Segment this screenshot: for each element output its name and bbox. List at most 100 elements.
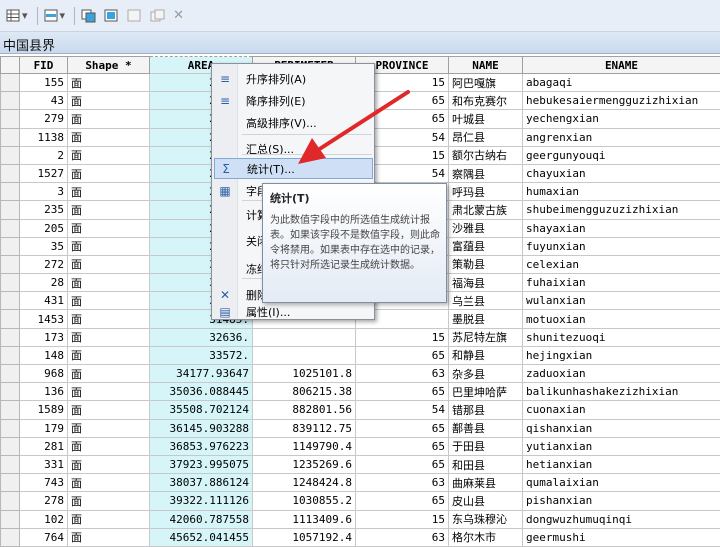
row-selector[interactable] — [1, 365, 20, 383]
table-row[interactable]: 1589面35508.702124882801.5654错那县cuonaxian — [1, 401, 720, 419]
table-cell[interactable]: 面 — [68, 474, 150, 492]
table-cell[interactable]: geergunyouqi — [523, 146, 720, 164]
table-cell[interactable]: 102 — [20, 510, 68, 528]
table-cell[interactable]: 面 — [68, 74, 150, 92]
row-selector[interactable] — [1, 401, 20, 419]
table-cell[interactable]: 面 — [68, 346, 150, 364]
table-cell[interactable]: 3 — [20, 183, 68, 201]
table-row[interactable]: 136面35036.088445806215.3865巴里坤哈萨balikunh… — [1, 383, 720, 401]
table-cell[interactable]: 鄯善县 — [449, 419, 523, 437]
table-cell[interactable]: 33572. — [150, 346, 253, 364]
row-selector[interactable] — [1, 510, 20, 528]
table-cell[interactable]: geermushi — [523, 528, 720, 546]
table-cell[interactable]: 1235269.6 — [253, 455, 356, 473]
table-cell[interactable]: shubeimengguzuzizhixian — [523, 201, 720, 219]
table-cell[interactable]: 于田县 — [449, 437, 523, 455]
table-cell[interactable]: 331 — [20, 455, 68, 473]
table-row[interactable]: 102面42060.7875581113409.615东乌珠穆沁dongwuzh… — [1, 510, 720, 528]
table-cell[interactable]: humaxian — [523, 183, 720, 201]
row-selector[interactable] — [1, 201, 20, 219]
table-row[interactable]: 148面33572.65和静县hejingxian — [1, 346, 720, 364]
menu-item[interactable]: ≡降序排列(E) — [214, 90, 373, 111]
table-cell[interactable]: hejingxian — [523, 346, 720, 364]
table-row[interactable]: 331面37923.9950751235269.665和田县hetianxian — [1, 455, 720, 473]
table-cell[interactable]: motuoxian — [523, 310, 720, 328]
table-cell[interactable]: 察隅县 — [449, 164, 523, 182]
table-cell[interactable]: 39322.111126 — [150, 492, 253, 510]
table-cell[interactable]: 28 — [20, 274, 68, 292]
table-cell[interactable]: 148 — [20, 346, 68, 364]
table-cell[interactable]: 65 — [356, 437, 449, 455]
row-selector[interactable] — [1, 292, 20, 310]
table-row[interactable]: 281面36853.9762231149790.465于田县yutianxian — [1, 437, 720, 455]
table-cell[interactable]: qumalaixian — [523, 474, 720, 492]
table-cell[interactable]: 面 — [68, 328, 150, 346]
row-selector[interactable] — [1, 474, 20, 492]
delete-selected-button[interactable] — [148, 5, 168, 27]
table-cell[interactable]: 43 — [20, 92, 68, 110]
table-cell[interactable]: 806215.38 — [253, 383, 356, 401]
zoom-to-selected-button[interactable] — [125, 5, 145, 27]
table-cell[interactable]: 1113409.6 — [253, 510, 356, 528]
row-selector[interactable] — [1, 528, 20, 546]
table-cell[interactable]: 策勒县 — [449, 255, 523, 273]
row-selector[interactable] — [1, 383, 20, 401]
row-selector[interactable] — [1, 237, 20, 255]
table-cell[interactable]: 179 — [20, 419, 68, 437]
column-header[interactable]: NAME — [449, 57, 523, 74]
table-options-button[interactable]: ▾ — [4, 5, 30, 27]
row-selector[interactable] — [1, 110, 20, 128]
table-cell[interactable]: 38037.886124 — [150, 474, 253, 492]
table-cell[interactable]: 278 — [20, 492, 68, 510]
table-cell[interactable]: 272 — [20, 255, 68, 273]
select-by-attributes-button[interactable]: ▾ — [42, 5, 68, 27]
table-cell[interactable]: 36145.903288 — [150, 419, 253, 437]
table-cell[interactable]: 面 — [68, 492, 150, 510]
table-cell[interactable]: 面 — [68, 146, 150, 164]
table-cell[interactable]: 沙雅县 — [449, 219, 523, 237]
table-cell[interactable]: 额尔古纳右 — [449, 146, 523, 164]
table-cell[interactable]: 279 — [20, 110, 68, 128]
table-row[interactable]: 173面32636.15苏尼特左旗shunitezuoqi — [1, 328, 720, 346]
column-header[interactable]: FID — [20, 57, 68, 74]
table-cell[interactable] — [253, 346, 356, 364]
table-cell[interactable]: 面 — [68, 401, 150, 419]
table-cell[interactable]: 和静县 — [449, 346, 523, 364]
table-cell[interactable]: 面 — [68, 510, 150, 528]
row-selector[interactable] — [1, 128, 20, 146]
table-cell[interactable]: 面 — [68, 128, 150, 146]
table-cell[interactable]: pishanxian — [523, 492, 720, 510]
row-selector[interactable] — [1, 492, 20, 510]
table-cell[interactable]: 1149790.4 — [253, 437, 356, 455]
row-selector[interactable] — [1, 419, 20, 437]
table-cell[interactable]: 42060.787558 — [150, 510, 253, 528]
menu-item[interactable]: ≡升序排列(A) — [214, 68, 373, 89]
table-cell[interactable]: 面 — [68, 437, 150, 455]
table-cell[interactable]: 皮山县 — [449, 492, 523, 510]
table-cell[interactable]: 205 — [20, 219, 68, 237]
table-cell[interactable]: 1030855.2 — [253, 492, 356, 510]
table-cell[interactable]: 36853.976223 — [150, 437, 253, 455]
table-cell[interactable]: qishanxian — [523, 419, 720, 437]
table-cell[interactable]: 839112.75 — [253, 419, 356, 437]
row-selector[interactable] — [1, 183, 20, 201]
row-selector[interactable] — [1, 255, 20, 273]
table-cell[interactable]: 65 — [356, 383, 449, 401]
table-cell[interactable]: 35036.088445 — [150, 383, 253, 401]
table-cell[interactable]: 54 — [356, 401, 449, 419]
table-cell[interactable]: 34177.93647 — [150, 365, 253, 383]
table-cell[interactable]: 1453 — [20, 310, 68, 328]
table-cell[interactable]: 35 — [20, 237, 68, 255]
table-cell[interactable]: 面 — [68, 255, 150, 273]
table-cell[interactable]: 743 — [20, 474, 68, 492]
row-selector[interactable] — [1, 455, 20, 473]
table-cell[interactable]: shunitezuoqi — [523, 328, 720, 346]
column-header[interactable]: ENAME — [523, 57, 720, 74]
table-cell[interactable]: 面 — [68, 92, 150, 110]
table-cell[interactable]: 叶城县 — [449, 110, 523, 128]
table-cell[interactable]: chayuxian — [523, 164, 720, 182]
table-cell[interactable]: hebukesaiermengguzizhixian — [523, 92, 720, 110]
table-cell[interactable]: 面 — [68, 164, 150, 182]
row-selector[interactable] — [1, 219, 20, 237]
table-cell[interactable]: 136 — [20, 383, 68, 401]
